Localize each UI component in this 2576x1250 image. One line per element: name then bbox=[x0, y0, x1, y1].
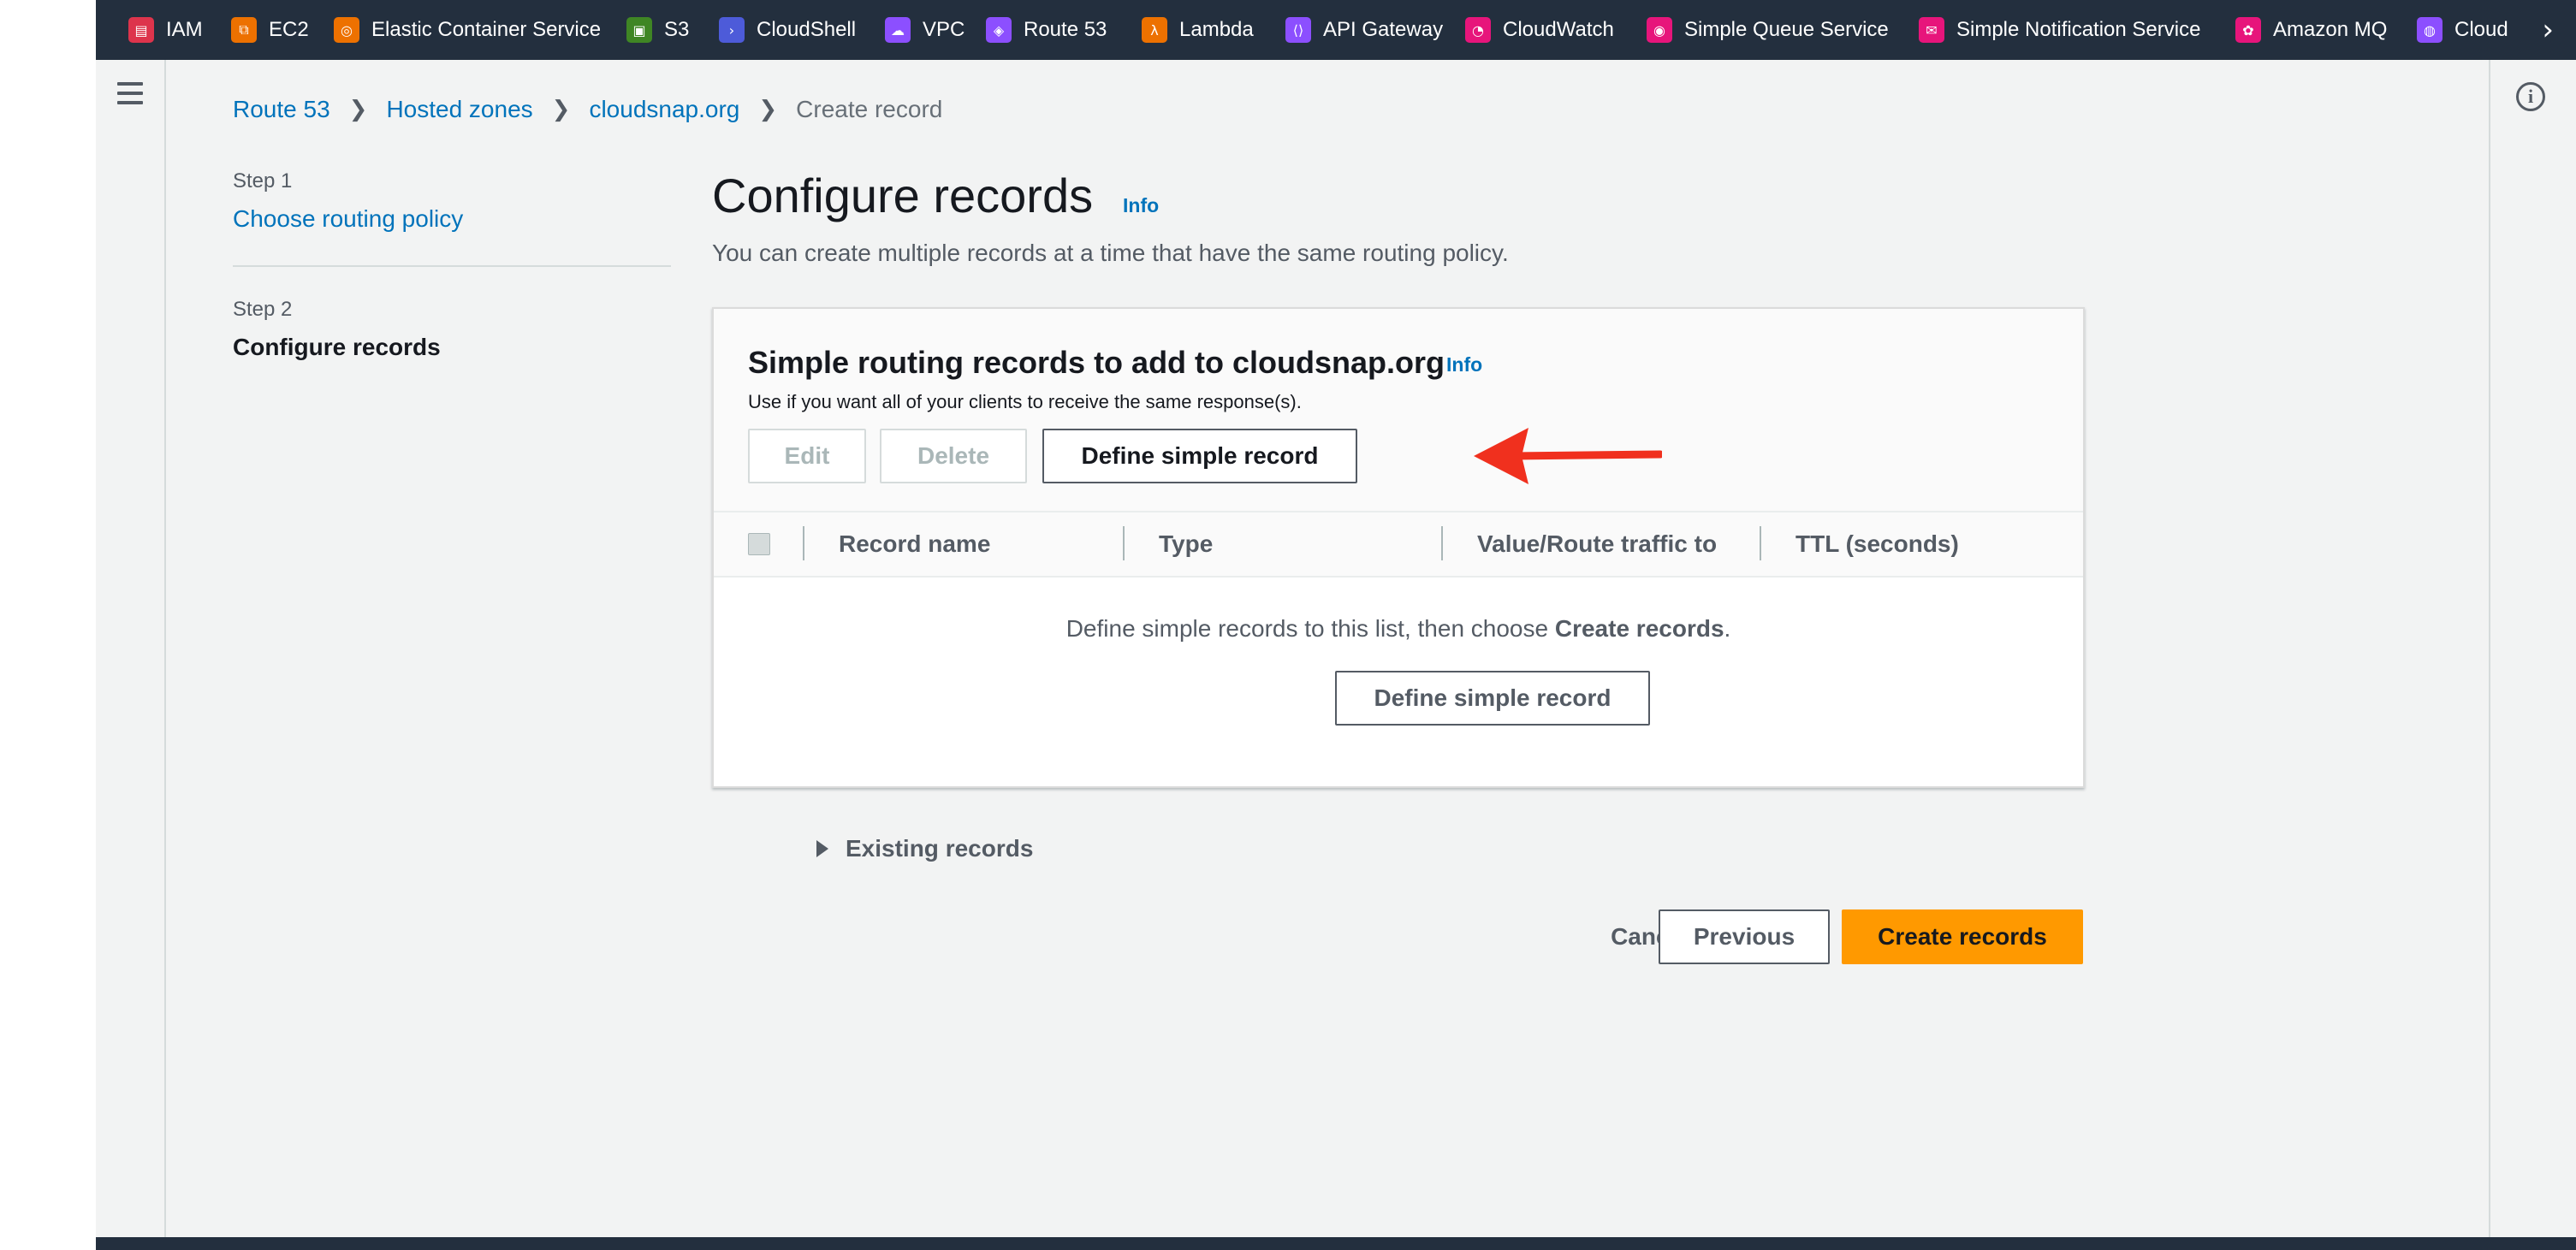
favorite-ec2[interactable]: ⧉ EC2 bbox=[231, 0, 309, 60]
column-record-name[interactable]: Record name bbox=[839, 530, 990, 558]
favorites-scroll-right-icon[interactable]: › bbox=[2542, 0, 2554, 60]
column-divider bbox=[803, 526, 804, 560]
favorite-label: S3 bbox=[664, 18, 690, 41]
api-gateway-icon: ⟨⟩ bbox=[1285, 17, 1311, 43]
container-description: Use if you want all of your clients to r… bbox=[748, 391, 1302, 412]
empty-state-message: Define simple records to this list, then… bbox=[714, 615, 2083, 643]
favorite-cloudwatch[interactable]: ◔ CloudWatch bbox=[1465, 0, 1614, 60]
bottom-bar bbox=[96, 1237, 2576, 1250]
favorite-sns[interactable]: ✉ Simple Notification Service bbox=[1919, 0, 2200, 60]
empty-state-bold: Create records bbox=[1554, 615, 1724, 642]
column-divider bbox=[1441, 526, 1443, 560]
favorite-lambda[interactable]: λ Lambda bbox=[1142, 0, 1254, 60]
sqs-icon: ◉ bbox=[1647, 17, 1672, 43]
previous-button[interactable]: Previous bbox=[1659, 909, 1830, 964]
define-simple-record-button-empty[interactable]: Define simple record bbox=[1335, 671, 1650, 726]
breadcrumb-current: Create record bbox=[796, 96, 943, 122]
breadcrumb-hosted-zones[interactable]: Hosted zones bbox=[386, 96, 532, 123]
favorite-label: VPC bbox=[923, 18, 965, 41]
breadcrumb-route53[interactable]: Route 53 bbox=[233, 96, 330, 123]
amazon-mq-icon: ✿ bbox=[2235, 17, 2261, 43]
favorite-iam[interactable]: ▤ IAM bbox=[128, 0, 203, 60]
step-divider bbox=[233, 265, 671, 267]
favorite-route53[interactable]: ◈ Route 53 bbox=[986, 0, 1107, 60]
favorite-label: Route 53 bbox=[1024, 18, 1107, 41]
sns-icon: ✉ bbox=[1919, 17, 1944, 43]
existing-records-label: Existing records bbox=[846, 835, 1034, 862]
favorite-label: API Gateway bbox=[1323, 18, 1444, 41]
existing-records-toggle[interactable]: Existing records bbox=[816, 835, 1033, 862]
column-type[interactable]: Type bbox=[1159, 530, 1213, 558]
cloudwatch-icon: ◔ bbox=[1465, 17, 1491, 43]
container-title: Simple routing records to add to cloudsn… bbox=[748, 345, 1445, 380]
container-header: Simple routing records to add to cloudsn… bbox=[714, 309, 2083, 512]
favorite-ecs[interactable]: ◎ Elastic Container Service bbox=[334, 0, 601, 60]
cloudshell-icon: › bbox=[719, 17, 745, 43]
column-divider bbox=[1123, 526, 1125, 560]
page-info-link[interactable]: Info bbox=[1123, 194, 1159, 217]
console-window: ▤ IAM ⧉ EC2 ◎ Elastic Container Service ▣ S3 › Cl… bbox=[96, 0, 2576, 1250]
cloud-service-icon: ◍ bbox=[2417, 17, 2442, 43]
delete-button[interactable]: Delete bbox=[880, 429, 1027, 483]
step2-current: Configure records bbox=[233, 334, 441, 360]
ecs-icon: ◎ bbox=[334, 17, 359, 43]
favorite-vpc[interactable]: ☁ VPC bbox=[885, 0, 965, 60]
lambda-icon: λ bbox=[1142, 17, 1167, 43]
hamburger-menu-icon[interactable] bbox=[117, 82, 143, 104]
favorite-label: Amazon MQ bbox=[2273, 18, 2388, 41]
favorite-api-gateway[interactable]: ⟨⟩ API Gateway bbox=[1285, 0, 1443, 60]
chevron-right-icon: ❯ bbox=[348, 97, 368, 122]
breadcrumb-zone[interactable]: cloudsnap.org bbox=[589, 96, 739, 123]
favorite-cloud-service[interactable]: ◍ Cloud bbox=[2417, 0, 2508, 60]
favorite-label: Simple Queue Service bbox=[1684, 18, 1889, 41]
column-divider bbox=[1760, 526, 1761, 560]
breadcrumb: Route 53 ❯ Hosted zones ❯ cloudsnap.org … bbox=[233, 96, 942, 123]
right-help-rail: i bbox=[2489, 60, 2576, 1237]
vpc-icon: ☁ bbox=[885, 17, 911, 43]
empty-state-suffix: . bbox=[1724, 615, 1731, 642]
define-simple-record-button[interactable]: Define simple record bbox=[1042, 429, 1357, 483]
favorite-s3[interactable]: ▣ S3 bbox=[626, 0, 689, 60]
step2-label: Step 2 bbox=[233, 298, 293, 321]
s3-icon: ▣ bbox=[626, 17, 652, 43]
favorite-label: Elastic Container Service bbox=[371, 18, 602, 41]
favorite-label: Lambda bbox=[1179, 18, 1254, 41]
records-container: Simple routing records to add to cloudsn… bbox=[712, 307, 2085, 788]
chevron-right-icon: ❯ bbox=[551, 97, 571, 122]
route53-icon: ◈ bbox=[986, 17, 1012, 43]
favorite-label: Simple Notification Service bbox=[1956, 18, 2201, 41]
page-title: Configure records bbox=[712, 169, 1094, 222]
column-value[interactable]: Value/Route traffic to bbox=[1477, 530, 1717, 558]
column-ttl[interactable]: TTL (seconds) bbox=[1795, 530, 1959, 558]
favorite-label: CloudWatch bbox=[1503, 18, 1614, 41]
caret-right-icon bbox=[816, 840, 828, 857]
create-records-button[interactable]: Create records bbox=[1842, 909, 2083, 964]
annotation-arrow-icon bbox=[1474, 428, 1662, 484]
info-panel-icon[interactable]: i bbox=[2516, 82, 2545, 111]
favorite-label: EC2 bbox=[269, 18, 309, 41]
favorite-label: IAM bbox=[166, 18, 203, 41]
ec2-icon: ⧉ bbox=[231, 17, 257, 43]
favorite-label: CloudShell bbox=[757, 18, 857, 41]
table-header: Record name Type Value/Route traffic to … bbox=[714, 512, 2083, 578]
favorite-label: Cloud bbox=[2454, 18, 2508, 41]
favorites-bar: ▤ IAM ⧉ EC2 ◎ Elastic Container Service ▣ S3 › Cl… bbox=[96, 0, 2576, 60]
step1-label: Step 1 bbox=[233, 169, 293, 193]
iam-icon: ▤ bbox=[128, 17, 154, 43]
empty-state-prefix: Define simple records to this list, then… bbox=[1065, 615, 1555, 642]
container-info-link[interactable]: Info bbox=[1446, 353, 1482, 376]
left-navigation-rail bbox=[96, 60, 166, 1237]
page-description: You can create multiple records at a tim… bbox=[712, 240, 1509, 266]
chevron-right-icon: ❯ bbox=[758, 97, 778, 122]
select-all-checkbox[interactable] bbox=[748, 533, 770, 555]
step1-link[interactable]: Choose routing policy bbox=[233, 205, 463, 233]
favorite-amazon-mq[interactable]: ✿ Amazon MQ bbox=[2235, 0, 2387, 60]
favorite-cloudshell[interactable]: › CloudShell bbox=[719, 0, 856, 60]
favorite-sqs[interactable]: ◉ Simple Queue Service bbox=[1647, 0, 1889, 60]
edit-button[interactable]: Edit bbox=[748, 429, 866, 483]
